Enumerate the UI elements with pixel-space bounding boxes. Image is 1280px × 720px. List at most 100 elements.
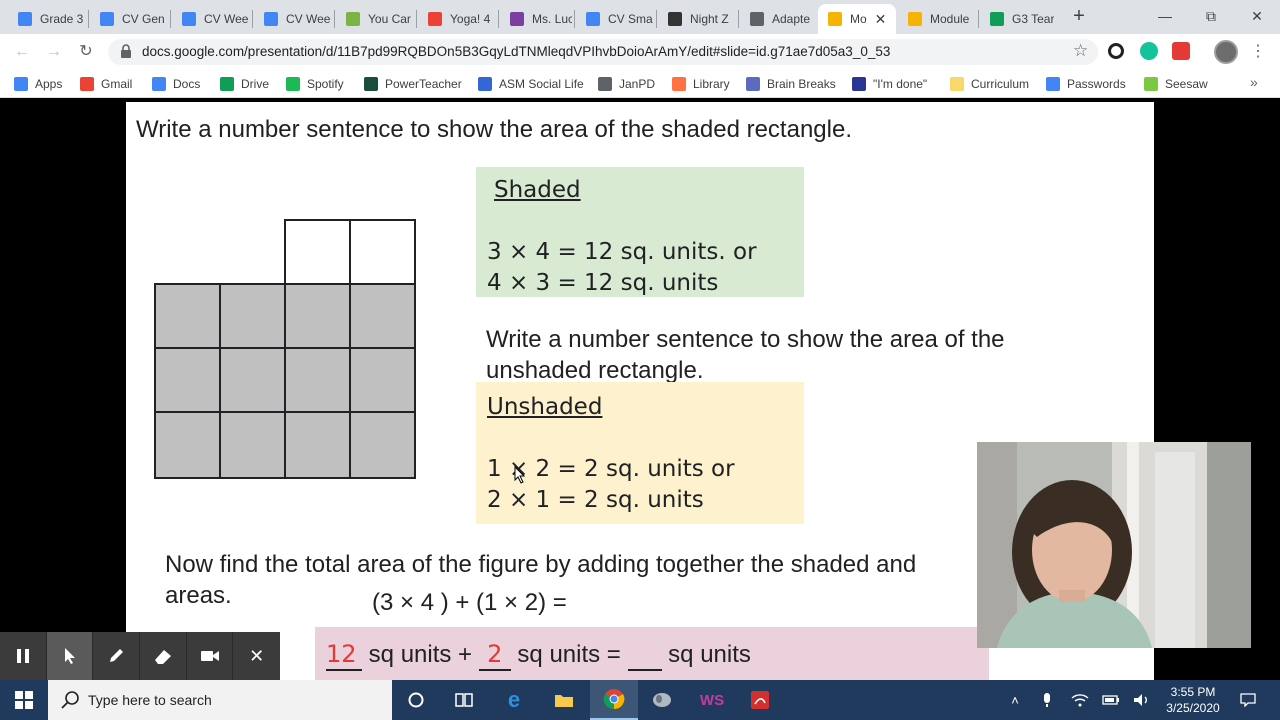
browser-tab[interactable]: Yoga! 4: [418, 4, 496, 34]
total-expression: (3 × 4 ) + (1 × 2) =: [372, 589, 567, 616]
tab-title: Module: [930, 12, 970, 26]
chrome-menu-icon[interactable]: ⋮: [1247, 41, 1269, 63]
close-icon: ✕: [249, 645, 265, 666]
eraser-icon: [154, 650, 171, 664]
bookmark-item[interactable]: Docs: [152, 75, 200, 93]
browser-tab[interactable]: CV Wee: [172, 4, 250, 34]
bookmark-item[interactable]: "I'm done": [852, 75, 927, 93]
bookmark-item[interactable]: ASM Social Life: [478, 75, 584, 93]
bookmark-item[interactable]: PowerTeacher: [364, 75, 462, 93]
browser-tab[interactable]: G3 Tear: [980, 4, 1058, 34]
camera-toggle-button[interactable]: [187, 632, 234, 680]
tab-title: Mo: [850, 12, 867, 26]
bookmark-item[interactable]: Spotify: [286, 75, 344, 93]
extension-circle-icon[interactable]: [1108, 43, 1124, 59]
wifi-icon[interactable]: [1068, 680, 1092, 720]
bookmarks-overflow-icon[interactable]: »: [1250, 74, 1258, 90]
reload-button[interactable]: ↻: [75, 41, 97, 63]
total-prompt-line-1: Now find the total area of the figure by…: [165, 551, 917, 578]
bookmark-label: Drive: [241, 77, 270, 91]
browser-tab[interactable]: Grade 3: [8, 4, 86, 34]
browser-tab[interactable]: CV Wee: [254, 4, 332, 34]
bookmark-star-icon[interactable]: ☆: [1073, 41, 1088, 61]
acrobat-icon[interactable]: [736, 680, 784, 720]
profile-avatar[interactable]: [1214, 40, 1238, 64]
address-bar[interactable]: docs.google.com/presentation/d/11B7pd99R…: [108, 39, 1098, 65]
shaded-title: Shaded: [494, 177, 581, 203]
close-window-button[interactable]: ✕: [1242, 6, 1272, 26]
shaded-answer-box: Shaded 3 × 4 = 12 sq. units. or 4 × 3 = …: [476, 167, 804, 297]
bookmark-item[interactable]: Curriculum: [950, 75, 1029, 93]
docs-icon: [264, 12, 278, 26]
webcam-overlay[interactable]: [977, 442, 1251, 648]
screencastify-icon[interactable]: [1172, 42, 1190, 60]
bookmark-label: JanPD: [619, 77, 656, 91]
restore-button[interactable]: ⧉: [1196, 6, 1226, 26]
chrome-taskbar-icon[interactable]: [590, 680, 638, 720]
bookmark-item[interactable]: Drive: [220, 75, 269, 93]
battery-icon[interactable]: [1100, 680, 1122, 720]
minimize-button[interactable]: —: [1150, 6, 1180, 26]
bookmark-item[interactable]: Library: [672, 75, 730, 93]
browser-tab[interactable]: CV Sma: [576, 4, 654, 34]
elephant-icon: [668, 12, 682, 26]
file-explorer-icon[interactable]: [540, 680, 588, 720]
bookmark-item[interactable]: Brain Breaks: [746, 75, 836, 93]
browser-tab[interactable]: Ms. Luc: [500, 4, 572, 34]
table-icon: [852, 77, 866, 91]
pen-tool-button[interactable]: [93, 632, 141, 680]
edge-browser-icon[interactable]: e: [490, 680, 538, 720]
apps-grid-icon: [14, 77, 28, 91]
tab-title: Adapte: [772, 12, 811, 26]
site-icon: [346, 12, 360, 26]
bookmark-item[interactable]: Gmail: [80, 75, 132, 93]
lock-icon[interactable]: [120, 44, 132, 59]
browser-tab[interactable]: Mo ✕: [818, 4, 896, 34]
browser-tab[interactable]: Module: [898, 4, 976, 34]
close-recorder-button[interactable]: ✕: [233, 632, 280, 680]
webcam-person-image: [977, 442, 1251, 648]
elephant-app-icon[interactable]: [638, 680, 686, 720]
back-button[interactable]: ←: [11, 41, 33, 63]
browser-tab[interactable]: Night Z: [658, 4, 736, 34]
close-tab-icon[interactable]: ✕: [875, 11, 887, 28]
total-blank: [627, 641, 662, 671]
slides-icon: [828, 12, 842, 26]
windows-taskbar: Type here to search e WS ˄ 3:55 PM 3/25/…: [0, 680, 1280, 720]
docs-icon: [100, 12, 114, 26]
browser-tab[interactable]: Adapte: [740, 4, 812, 34]
cursor-tool-button[interactable]: [46, 632, 94, 680]
task-view-icon[interactable]: [440, 680, 488, 720]
windows-logo-icon: [15, 691, 33, 709]
bookmark-item[interactable]: Passwords: [1046, 75, 1126, 93]
bookmark-label: Brain Breaks: [767, 77, 836, 91]
handwritten-answer-12: 12: [326, 640, 357, 668]
unshaded-answer-box: Unshaded 1 × 2 = 2 sq. units or 2 × 1 = …: [476, 382, 804, 524]
cortana-icon[interactable]: [392, 680, 440, 720]
eraser-tool-button[interactable]: [140, 632, 187, 680]
browser-tab[interactable]: CV Gen: [90, 4, 168, 34]
bookmark-item[interactable]: JanPD: [598, 75, 655, 93]
bookmark-item[interactable]: Apps: [14, 75, 62, 93]
start-button[interactable]: [0, 680, 48, 720]
taskbar-clock[interactable]: 3:55 PM 3/25/2020: [1160, 684, 1226, 716]
tab-strip: Grade 3 CV Gen CV Wee CV Wee You Car Yoga! 4 M…: [0, 0, 1280, 34]
bookmark-label: Library: [693, 77, 730, 91]
search-icon: [61, 691, 79, 709]
taskbar-search-box[interactable]: Type here to search: [48, 680, 392, 720]
browser-tab[interactable]: You Car: [336, 4, 414, 34]
site-icon: [478, 77, 492, 91]
grammarly-icon[interactable]: [1140, 42, 1158, 60]
pause-recording-button[interactable]: [0, 632, 47, 680]
tray-overflow-icon[interactable]: ˄: [1004, 680, 1026, 720]
forward-button[interactable]: →: [43, 41, 65, 63]
url-text: docs.google.com/presentation/d/11B7pd99R…: [142, 44, 891, 59]
microphone-icon[interactable]: [1036, 680, 1058, 720]
slide-heading: Write a number sentence to show the area…: [136, 116, 852, 143]
volume-icon[interactable]: [1130, 680, 1154, 720]
gmail-icon: [80, 77, 94, 91]
bookmark-item[interactable]: Seesaw: [1144, 75, 1208, 93]
new-tab-button[interactable]: +: [1068, 6, 1090, 28]
wps-office-icon[interactable]: WS: [688, 680, 736, 720]
notifications-icon[interactable]: [1236, 680, 1260, 720]
